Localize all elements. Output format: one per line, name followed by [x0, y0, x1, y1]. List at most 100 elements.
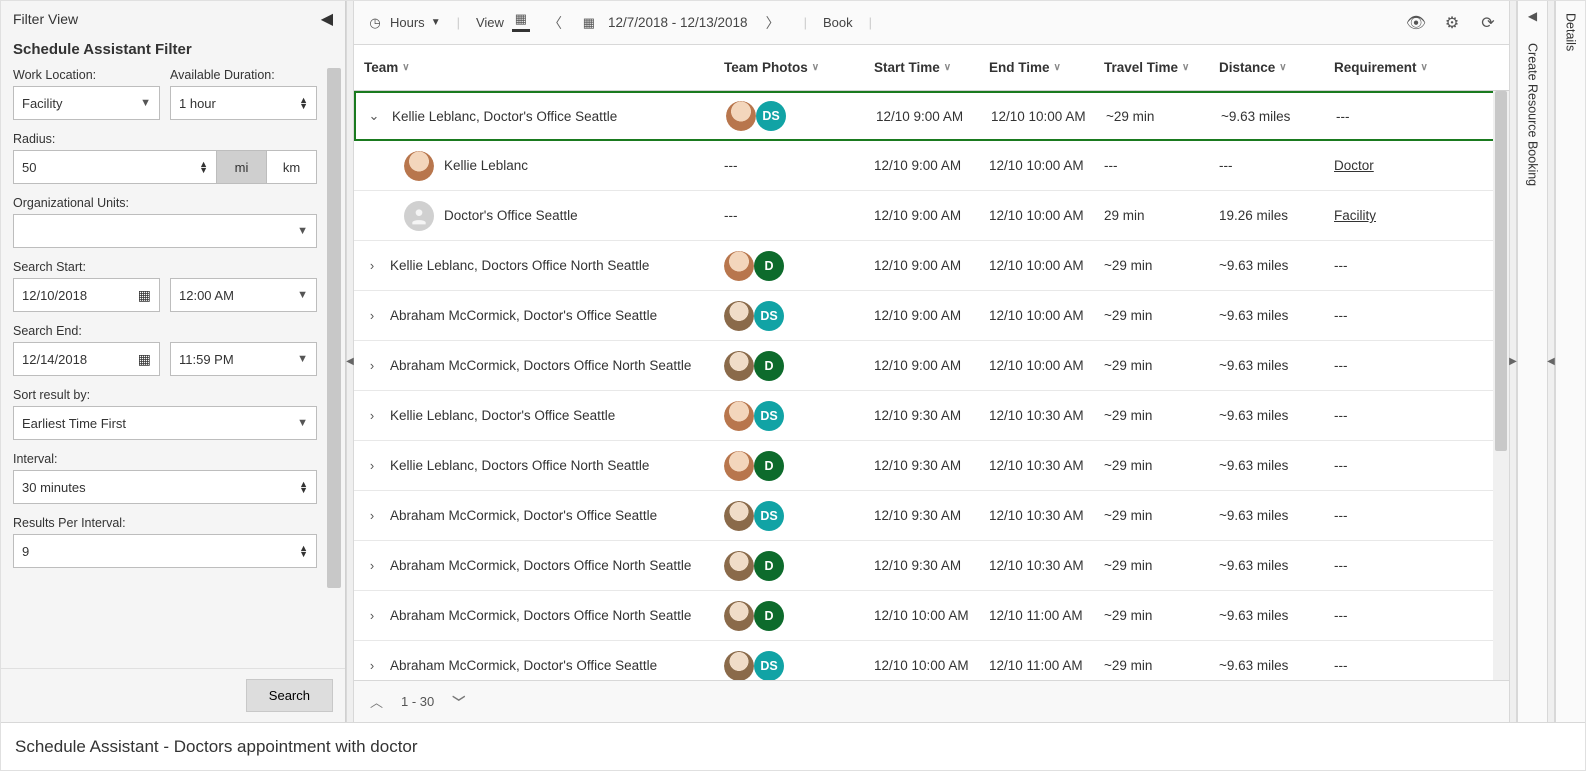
chevron-right-icon[interactable]: ›: [364, 608, 380, 623]
sort-select[interactable]: Earliest Time First ▼: [13, 406, 317, 440]
search-end-date-input[interactable]: 12/14/2018 ▦: [13, 342, 160, 376]
cell-distance: ~9.63 miles: [1219, 508, 1334, 523]
table-row[interactable]: ›Abraham McCormick, Doctor's Office Seat…: [354, 491, 1509, 541]
cell-requirement[interactable]: Facility: [1334, 208, 1474, 223]
chevron-down-icon: ▼: [140, 97, 151, 109]
gear-icon[interactable]: ⚙: [1443, 14, 1461, 32]
table-row[interactable]: ›Abraham McCormick, Doctors Office North…: [354, 341, 1509, 391]
expand-create-panel-icon[interactable]: ◀: [1528, 9, 1537, 23]
cell-travel: ~29 min: [1104, 558, 1219, 573]
cell-requirement: ---: [1334, 258, 1474, 273]
eye-icon[interactable]: 👁: [1407, 14, 1425, 32]
available-duration-input[interactable]: 1 hour ▲▼: [170, 86, 317, 120]
avatar: [724, 351, 754, 381]
work-location-select[interactable]: Facility ▼: [13, 86, 160, 120]
filter-scrollbar[interactable]: [327, 68, 341, 628]
cell-end: 12/10 10:00 AM: [989, 158, 1104, 173]
cell-requirement[interactable]: Doctor: [1334, 158, 1474, 173]
cell-end: 12/10 10:30 AM: [989, 408, 1104, 423]
cell-requirement: ---: [1334, 608, 1474, 623]
expand-all-icon[interactable]: ﹀: [452, 692, 465, 711]
col-travel[interactable]: Travel Time∨: [1104, 60, 1219, 75]
chevron-right-icon[interactable]: ›: [364, 258, 380, 273]
col-team[interactable]: Team∨: [364, 60, 724, 75]
team-name: Abraham McCormick, Doctor's Office Seatt…: [390, 308, 657, 323]
chevron-right-icon[interactable]: ›: [364, 408, 380, 423]
chevron-down-icon: ▼: [297, 289, 308, 301]
hours-dropdown[interactable]: ◷ Hours ▼: [366, 14, 441, 32]
tab-create-resource-booking[interactable]: Create Resource Booking: [1526, 39, 1540, 190]
cell-requirement: ---: [1334, 558, 1474, 573]
cell-travel: ~29 min: [1104, 258, 1219, 273]
sort-label: Sort result by:: [13, 388, 317, 402]
search-start-date-input[interactable]: 12/10/2018 ▦: [13, 278, 160, 312]
collapse-filter-icon[interactable]: ◀: [321, 9, 333, 29]
prev-range-button[interactable]: 〈: [540, 13, 570, 33]
table-row[interactable]: ›Abraham McCormick, Doctors Office North…: [354, 541, 1509, 591]
cell-end: 12/10 10:00 AM: [991, 109, 1106, 124]
col-end[interactable]: End Time∨: [989, 60, 1104, 75]
team-photos: DS: [724, 501, 874, 531]
rpi-label: Results Per Interval:: [13, 516, 317, 530]
team-name: Kellie Leblanc, Doctor's Office Seattle: [390, 408, 615, 423]
cell-travel: ~29 min: [1104, 608, 1219, 623]
col-distance[interactable]: Distance∨: [1219, 60, 1334, 75]
col-requirement[interactable]: Requirement∨: [1334, 60, 1474, 75]
interval-input[interactable]: 30 minutes ▲▼: [13, 470, 317, 504]
splitter-left[interactable]: ◀: [346, 1, 354, 722]
rpi-input[interactable]: 9 ▲▼: [13, 534, 317, 568]
table-row[interactable]: ›Abraham McCormick, Doctor's Office Seat…: [354, 641, 1509, 680]
office-badge: DS: [754, 501, 784, 531]
search-button[interactable]: Search: [246, 679, 333, 712]
office-badge: D: [754, 601, 784, 631]
office-badge: D: [754, 251, 784, 281]
search-end-time-select[interactable]: 11:59 PM ▼: [170, 342, 317, 376]
grid-view-icon[interactable]: ▦: [512, 14, 530, 32]
unit-km-button[interactable]: km: [267, 150, 317, 184]
chevron-down-icon: ▼: [297, 353, 308, 365]
avatar: [726, 101, 756, 131]
table-row[interactable]: ›Kellie Leblanc, Doctors Office North Se…: [354, 441, 1509, 491]
avatar: [724, 651, 754, 681]
table-row[interactable]: Doctor's Office Seattle---12/10 9:00 AM1…: [354, 191, 1509, 241]
org-units-select[interactable]: ▼: [13, 214, 317, 248]
table-row[interactable]: ›Kellie Leblanc, Doctors Office North Se…: [354, 241, 1509, 291]
chevron-right-icon[interactable]: ›: [364, 558, 380, 573]
cell-distance: ~9.63 miles: [1219, 258, 1334, 273]
collapse-all-icon[interactable]: ︿: [370, 692, 383, 711]
radius-input[interactable]: 50 ▲▼: [13, 150, 217, 184]
chevron-right-icon[interactable]: ›: [364, 458, 380, 473]
cell-end: 12/10 10:00 AM: [989, 208, 1104, 223]
avatar: [404, 201, 434, 231]
unit-mi-button[interactable]: mi: [217, 150, 267, 184]
cell-travel: ~29 min: [1104, 358, 1219, 373]
chevron-right-icon[interactable]: ›: [364, 308, 380, 323]
office-badge: DS: [754, 301, 784, 331]
chevron-right-icon[interactable]: ›: [364, 508, 380, 523]
calendar-icon[interactable]: ▦: [580, 14, 598, 32]
chevron-right-icon[interactable]: ›: [364, 358, 380, 373]
office-badge: DS: [756, 101, 786, 131]
search-start-time-select[interactable]: 12:00 AM ▼: [170, 278, 317, 312]
book-button[interactable]: Book: [823, 15, 853, 30]
splitter-right-2[interactable]: ◀: [1547, 1, 1555, 722]
col-start[interactable]: Start Time∨: [874, 60, 989, 75]
chevron-right-icon[interactable]: ›: [364, 658, 380, 673]
table-row[interactable]: › Kellie Leblanc, Doctor's Office Seattle…: [354, 391, 1509, 441]
next-range-button[interactable]: 〉: [758, 13, 788, 33]
chevron-down-icon: ▼: [297, 417, 308, 429]
table-row[interactable]: › Abraham McCormick, Doctor's Office Seat…: [354, 291, 1509, 341]
table-row[interactable]: ⌄Kellie Leblanc, Doctor's Office Seattle…: [354, 91, 1509, 141]
table-row[interactable]: Kellie Leblanc---12/10 9:00 AM12/10 10:0…: [354, 141, 1509, 191]
grid-scrollbar[interactable]: [1493, 91, 1509, 680]
col-photos[interactable]: Team Photos∨: [724, 60, 874, 75]
refresh-icon[interactable]: ⟳: [1479, 14, 1497, 32]
chevron-down-icon[interactable]: ⌄: [366, 108, 382, 124]
cell-distance: ~9.63 miles: [1219, 458, 1334, 473]
cell-start: 12/10 9:00 AM: [874, 358, 989, 373]
tab-details[interactable]: Details: [1564, 9, 1578, 55]
cell-distance: ~9.63 miles: [1219, 408, 1334, 423]
cell-start: 12/10 9:30 AM: [874, 558, 989, 573]
table-row[interactable]: ›Abraham McCormick, Doctors Office North…: [354, 591, 1509, 641]
splitter-right[interactable]: ▶: [1509, 1, 1517, 722]
